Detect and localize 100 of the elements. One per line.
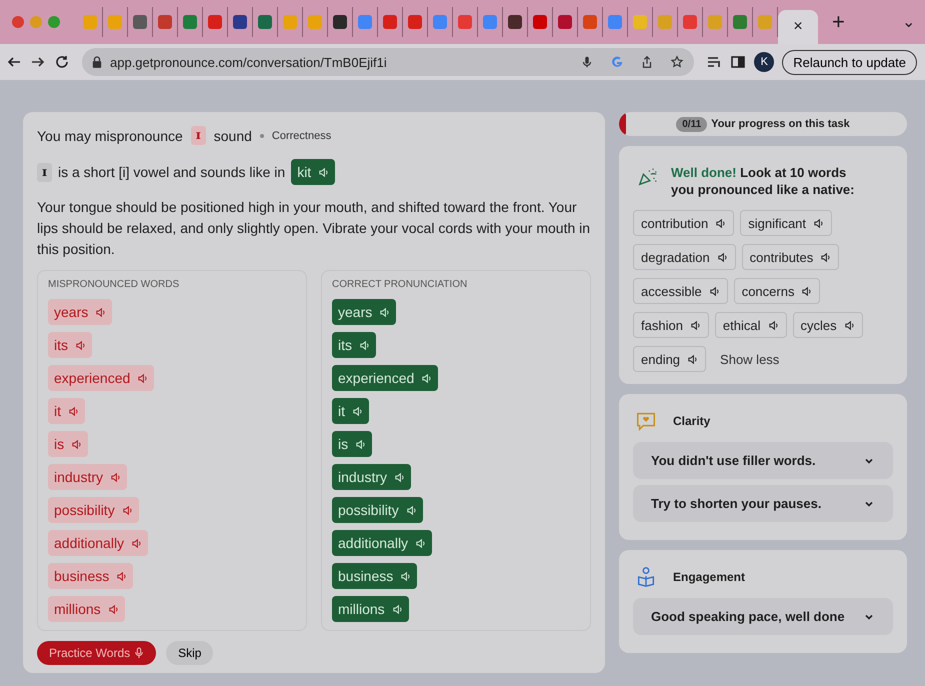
word-chip[interactable]: its — [48, 332, 92, 358]
speaker-icon — [137, 372, 148, 384]
speaker-icon — [116, 570, 128, 582]
word-chip[interactable]: possibility — [332, 497, 423, 523]
word-chip[interactable]: it — [48, 398, 85, 424]
well-done-message: Well done! Look at 10 words you pronounced like a native: — [671, 164, 856, 198]
practice-words-button[interactable]: Practice Words — [37, 641, 156, 665]
speaker-icon — [379, 306, 390, 318]
speaker-icon — [715, 218, 726, 228]
speaker-icon — [820, 252, 832, 262]
speaker-icon — [359, 340, 370, 350]
tab-menu-button[interactable]: ⌄ — [902, 12, 915, 32]
sound-symbol: ɪ — [37, 162, 52, 182]
speaker-icon — [406, 504, 417, 516]
speaker-icon — [415, 538, 426, 548]
sound-symbol: ɪ — [190, 126, 206, 145]
person-reading-icon — [635, 566, 657, 588]
word-chip[interactable]: is — [48, 431, 88, 457]
feedback-item[interactable]: You didn't use filler words. — [633, 442, 893, 479]
speaker-icon — [71, 438, 82, 450]
speaker-icon — [355, 438, 366, 450]
star-icon[interactable] — [670, 55, 684, 69]
speaker-icon — [352, 406, 363, 416]
speaker-icon — [801, 286, 812, 296]
word-chip[interactable]: business — [332, 563, 418, 589]
speaker-icon — [75, 340, 86, 350]
word-chip[interactable]: experienced — [332, 365, 438, 391]
playlist-icon[interactable] — [706, 54, 722, 70]
word-chip[interactable]: significant — [740, 210, 832, 236]
chat-heart-icon — [635, 410, 657, 432]
word-chip[interactable]: contribution — [633, 210, 734, 236]
speaker-icon — [108, 604, 119, 614]
column-heading: CORRECT PRONUNCIATION — [332, 279, 468, 290]
word-chip[interactable]: contributes — [742, 244, 840, 270]
word-chip[interactable]: additionally — [332, 530, 432, 556]
word-chip[interactable]: industry — [48, 464, 128, 490]
word-chip[interactable]: experienced — [48, 365, 154, 391]
speaker-icon — [68, 406, 79, 416]
relaunch-button[interactable]: Relaunch to update — [782, 50, 917, 74]
profile-avatar[interactable]: K — [754, 52, 774, 72]
section-title: Engagement — [673, 570, 746, 584]
close-window-control[interactable] — [12, 16, 24, 28]
word-chip[interactable]: fashion — [633, 312, 709, 338]
feedback-item[interactable]: Good speaking pace, well done — [633, 598, 893, 635]
speaker-icon — [690, 320, 701, 330]
sound-explanation: is a short [i] vowel and sounds like in — [58, 164, 286, 180]
maximize-window-control[interactable] — [48, 16, 60, 28]
word-chip[interactable]: it — [332, 398, 369, 424]
speaker-icon — [708, 286, 720, 296]
word-chip[interactable]: accessible — [633, 278, 728, 304]
speaker-icon — [687, 354, 698, 364]
sidebar-icon[interactable] — [730, 54, 746, 70]
word-chip[interactable]: years — [48, 299, 112, 325]
word-chip[interactable]: additionally — [48, 530, 148, 556]
new-tab-button[interactable]: + — [832, 9, 845, 35]
speaker-icon — [768, 320, 778, 330]
description-text: Your tongue should be positioned high in your mouth, and shifted toward the front. Your lips should be relaxed, and only slightly open. Vibrate your vocal cords with your mouth in this position. — [37, 198, 591, 259]
mispronounce-label: You may mispronounce — [37, 128, 183, 144]
skip-button[interactable]: Skip — [166, 641, 214, 665]
word-chip[interactable]: is — [332, 431, 372, 457]
speaker-icon — [392, 604, 403, 614]
speaker-icon — [122, 504, 133, 516]
speaker-icon — [131, 538, 142, 548]
lock-icon — [92, 56, 102, 68]
word-chip[interactable]: its — [332, 332, 376, 358]
speaker-icon — [400, 570, 412, 582]
word-chip[interactable]: ethical — [714, 312, 786, 338]
example-word-button[interactable]: kit — [291, 159, 336, 185]
speaker-icon — [95, 306, 106, 318]
word-chip[interactable]: years — [332, 299, 396, 325]
word-chip[interactable]: ending — [633, 346, 706, 372]
word-chip[interactable]: possibility — [48, 497, 139, 523]
speaker-icon — [844, 320, 855, 330]
progress-count: 0/11 — [676, 116, 708, 132]
section-title: Clarity — [673, 414, 710, 428]
speaker-icon — [813, 218, 824, 228]
show-less-link[interactable]: Show less — [720, 352, 780, 366]
speaker-icon — [421, 372, 432, 384]
word-chip[interactable]: degradation — [633, 244, 736, 270]
word-chip[interactable]: millions — [332, 596, 409, 622]
google-icon[interactable] — [610, 55, 624, 69]
word-chip[interactable]: millions — [48, 596, 125, 622]
speaker-icon — [110, 472, 122, 482]
progress-label: Your progress on this task — [711, 118, 850, 130]
column-heading: MISPRONOUNCED WORDS — [48, 279, 180, 290]
word-chip[interactable]: concerns — [734, 278, 820, 304]
speaker-icon — [716, 252, 728, 262]
sound-label: sound — [214, 128, 252, 144]
word-chip[interactable]: cycles — [792, 312, 863, 338]
speaker-icon — [394, 472, 406, 482]
party-popper-icon — [637, 166, 659, 188]
speaker-icon — [318, 166, 330, 178]
browser-tab[interactable]: × — [778, 10, 818, 44]
microphone-icon — [134, 647, 144, 659]
word-chip[interactable]: business — [48, 563, 134, 589]
reload-icon[interactable] — [54, 54, 70, 70]
address-field[interactable]: app.getpronounce.com/conversation/TmB0Ejif1i — [82, 48, 694, 76]
word-chip[interactable]: industry — [332, 464, 412, 490]
category-label: Correctness — [272, 130, 332, 142]
feedback-item[interactable]: Try to shorten your pauses. — [633, 485, 893, 522]
